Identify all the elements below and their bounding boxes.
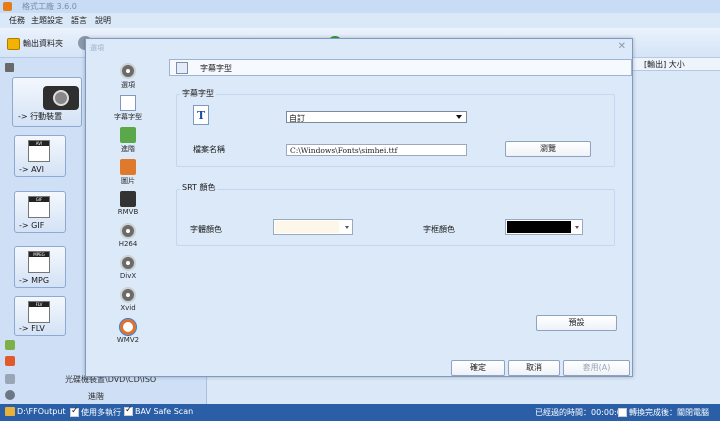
gif-icon: GIF (28, 196, 50, 218)
border-color-picker[interactable] (505, 219, 583, 235)
nav-wmv2[interactable]: WMV2 (108, 318, 148, 344)
nav-subtitle-font[interactable]: 字幕字型 (108, 95, 148, 122)
folder-icon (7, 37, 20, 50)
picture-category-icon[interactable] (5, 356, 15, 366)
multithread-checkbox[interactable]: 使用多執行 (70, 406, 121, 418)
menu-help[interactable]: 說明 (95, 15, 111, 26)
nav-options[interactable]: 選項 (108, 63, 148, 90)
font-select[interactable]: 自訂 (286, 111, 467, 123)
nav-picture[interactable]: 圖片 (108, 159, 148, 186)
wmv2-icon (119, 318, 137, 336)
menu-task[interactable]: 任務 (9, 15, 25, 26)
app-icon (3, 2, 12, 11)
mpg-icon: MPEG (28, 251, 50, 273)
chevron-down-icon (575, 226, 579, 229)
folder-icon (5, 407, 15, 416)
output-folder-button[interactable]: 輸出資料夾 (7, 36, 63, 51)
status-bar: D:\FFOutput 使用多執行 BAV Safe Scan 已經過的時間：0… (0, 404, 720, 421)
chevron-down-icon (456, 115, 462, 119)
xvid-icon (120, 287, 136, 303)
shutdown-checkbox[interactable]: 轉換完成後：關閉電腦 (618, 407, 709, 418)
task-list-panel: [輸出] 大小 (632, 58, 720, 404)
cancel-button[interactable]: 取消 (508, 360, 560, 376)
font-file-path-input[interactable]: C:\Windows\Fonts\simhei.ttf (286, 144, 467, 156)
picture-icon (120, 159, 136, 175)
output-folder-label: 輸出資料夾 (23, 39, 63, 48)
nav-advanced[interactable]: 進階 (108, 127, 148, 154)
chevron-down-icon (345, 226, 349, 229)
disc-category-icon[interactable] (5, 374, 15, 384)
text-color-swatch (275, 221, 339, 233)
options-icon (120, 63, 136, 79)
h264-icon (120, 223, 136, 239)
flv-tile[interactable]: FLV -> FLV (14, 296, 66, 336)
mobile-device-label: -> 行動裝置 (18, 112, 63, 121)
audio-category-icon[interactable] (5, 340, 15, 350)
text-color-picker[interactable] (273, 219, 353, 235)
gif-label: -> GIF (19, 221, 45, 230)
task-list-header: [輸出] 大小 (632, 58, 720, 71)
nav-h264[interactable]: H264 (108, 223, 148, 248)
default-button[interactable]: 預設 (536, 315, 617, 331)
menu-theme[interactable]: 主題設定 (31, 15, 63, 26)
mobile-device-tile[interactable]: -> 行動裝置 (12, 77, 82, 127)
mpg-tile[interactable]: MPEG -> MPG (14, 246, 66, 288)
advanced-category-icon[interactable] (5, 390, 15, 400)
flv-icon: FLV (28, 301, 50, 323)
reel-icon (53, 90, 69, 106)
advanced-label[interactable]: 進階 (88, 391, 104, 402)
border-color-label: 字框顏色 (423, 225, 455, 234)
ok-button[interactable]: 確定 (451, 360, 505, 376)
file-name-label: 檔案名稱 (193, 145, 225, 154)
avi-tile[interactable]: AVI -> AVI (14, 135, 66, 177)
avi-label: -> AVI (19, 165, 44, 174)
avi-icon: AVI (28, 140, 50, 162)
subtitle-font-icon (176, 62, 188, 74)
flv-label: -> FLV (19, 324, 45, 333)
output-size-column[interactable]: [輸出] 大小 (644, 59, 685, 70)
close-icon[interactable]: ✕ (618, 41, 626, 52)
browse-button[interactable]: 瀏覽 (505, 141, 591, 157)
output-path[interactable]: D:\FFOutput (5, 407, 66, 416)
truetype-font-icon: T (193, 105, 209, 125)
divx-icon (120, 255, 136, 271)
elapsed-time: 已經過的時間：00:00:00 (535, 408, 627, 417)
panel-header-title: 字幕字型 (200, 64, 232, 73)
text-color-label: 字體顏色 (190, 225, 222, 234)
video-category-icon[interactable] (5, 63, 14, 72)
menu-language[interactable]: 語言 (71, 15, 87, 26)
menu-bar: 任務 主題設定 語言 說明 (0, 13, 720, 28)
nav-rmvb[interactable]: RMVB (108, 191, 148, 216)
border-color-swatch (507, 221, 571, 233)
checkbox-icon (70, 406, 79, 417)
app-title: 格式工廠 3.6.0 (22, 2, 77, 11)
apply-button[interactable]: 套用(A) (563, 360, 630, 376)
safe-scan-checkbox[interactable]: BAV Safe Scan (124, 405, 193, 416)
subtitle-font-icon (120, 95, 136, 111)
srt-color-group-label: SRT 顏色 (180, 182, 218, 193)
font-select-value: 自訂 (289, 114, 305, 123)
advanced-icon (120, 127, 136, 143)
panel-header: 字幕字型 (169, 59, 632, 76)
nav-xvid[interactable]: Xvid (108, 287, 148, 312)
dialog-title: 選項 (90, 44, 104, 52)
srt-color-group (176, 189, 615, 246)
mpg-label: -> MPG (19, 276, 50, 285)
checkbox-icon (124, 405, 133, 416)
title-bar: 格式工廠 3.6.0 (0, 0, 720, 13)
nav-divx[interactable]: DivX (108, 255, 148, 280)
font-group-label: 字幕字型 (180, 88, 216, 99)
gif-tile[interactable]: GIF -> GIF (14, 191, 66, 233)
rmvb-icon (120, 191, 136, 207)
checkbox-icon (618, 408, 627, 417)
